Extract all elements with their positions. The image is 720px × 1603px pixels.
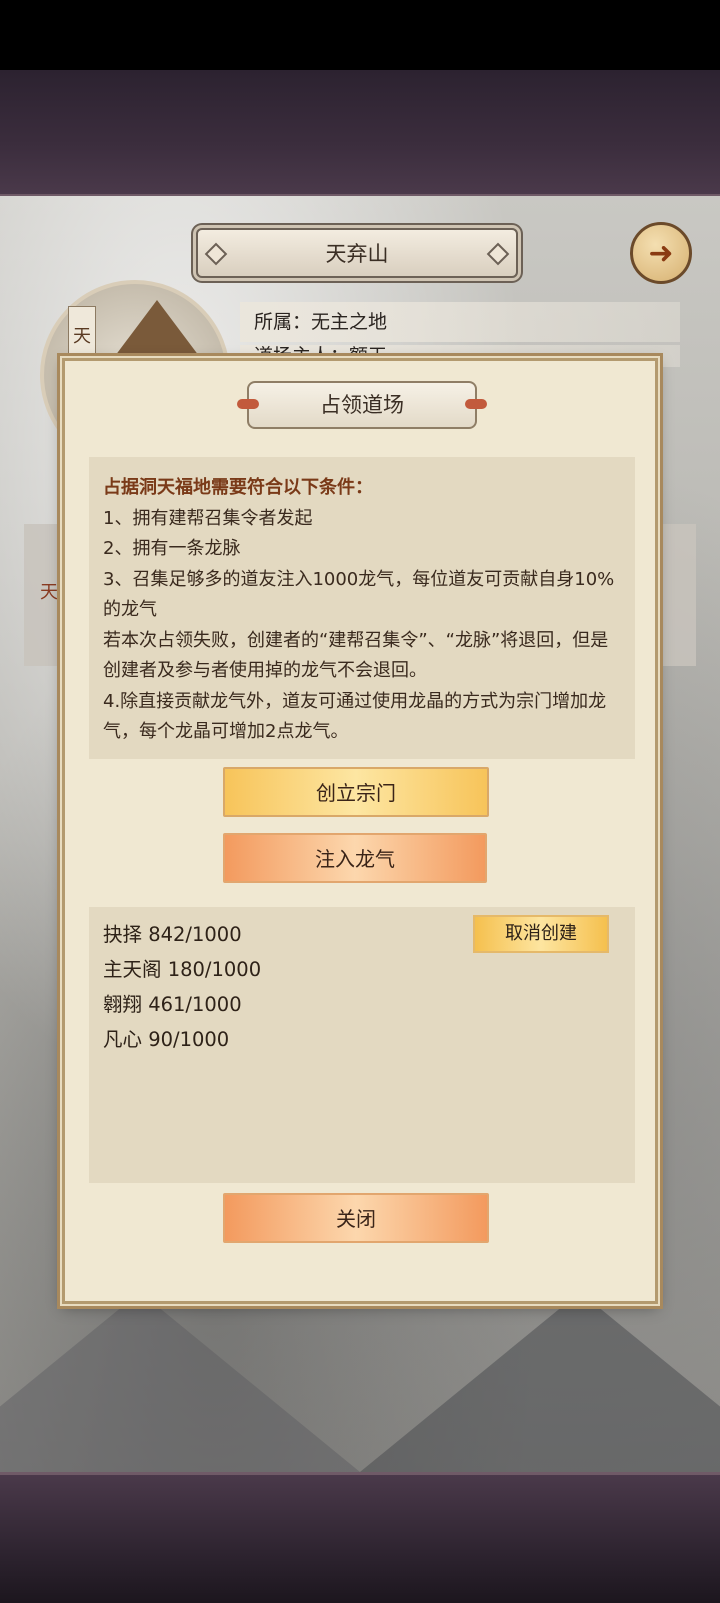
list-item: 翱翔 461/1000 [103, 993, 242, 1016]
list-item: 凡心 90/1000 [103, 1028, 230, 1051]
close-button[interactable]: 关闭 [223, 1193, 489, 1243]
rule-item: 若本次占领失败，创建者的“建帮召集令”、“龙脉”将退回，但是创建者及参与者使用掉… [103, 629, 609, 682]
bottom-frame-band [0, 1472, 720, 1603]
top-frame-band [0, 70, 720, 197]
rules-panel: 占据洞天福地需要符合以下条件： 1、拥有建帮召集令者发起 2、拥有一条龙脉 3、… [89, 457, 635, 759]
plaque-knob [237, 399, 259, 409]
contribution-list: 抉择 842/1000 主天阁 180/1000 翱翔 461/1000 凡心 … [89, 907, 635, 1183]
rule-item: 3、召集足够多的道友注入1000龙气，每位道友可贡献自身10%的龙气 [103, 568, 615, 621]
affiliation-text: 所属：无主之地 [254, 311, 388, 333]
back-button[interactable]: ➜ [630, 222, 692, 284]
occupy-dialog: 占领道场 占据洞天福地需要符合以下条件： 1、拥有建帮召集令者发起 2、拥有一条… [62, 358, 658, 1304]
mountain-silhouette [0, 1292, 360, 1472]
background-panel-label: 天 [40, 582, 58, 603]
dialog-title-plaque: 占领道场 [237, 381, 487, 429]
mountain-peak-image [112, 300, 202, 360]
mountain-silhouette [360, 1292, 720, 1472]
create-sect-button[interactable]: 创立宗门 [223, 767, 489, 817]
rule-item: 4.除直接贡献龙气外，道友可通过使用龙晶的方式为宗门增加龙气，每个龙晶可增加2点… [103, 690, 607, 743]
list-item: 主天阁 180/1000 [103, 958, 262, 981]
location-title: 天弃山 [325, 242, 389, 266]
banner-ornament [486, 242, 510, 266]
status-bar [0, 0, 720, 70]
location-title-banner: 天弃山 [196, 228, 518, 278]
rule-item: 1、拥有建帮召集令者发起 [103, 507, 313, 529]
scroll-tag-label: 天 [73, 326, 91, 347]
rules-heading: 占据洞天福地需要符合以下条件： [103, 477, 373, 498]
inject-qi-button[interactable]: 注入龙气 [223, 833, 487, 883]
rule-item: 2、拥有一条龙脉 [103, 538, 241, 559]
back-arrow-icon: ➜ [648, 235, 674, 271]
banner-ornament [204, 242, 228, 266]
dialog-title: 占领道场 [320, 393, 404, 417]
affiliation-row: 所属：无主之地 [240, 302, 680, 342]
plaque-knob [465, 399, 487, 409]
cancel-create-button[interactable]: 取消创建 [473, 915, 609, 953]
